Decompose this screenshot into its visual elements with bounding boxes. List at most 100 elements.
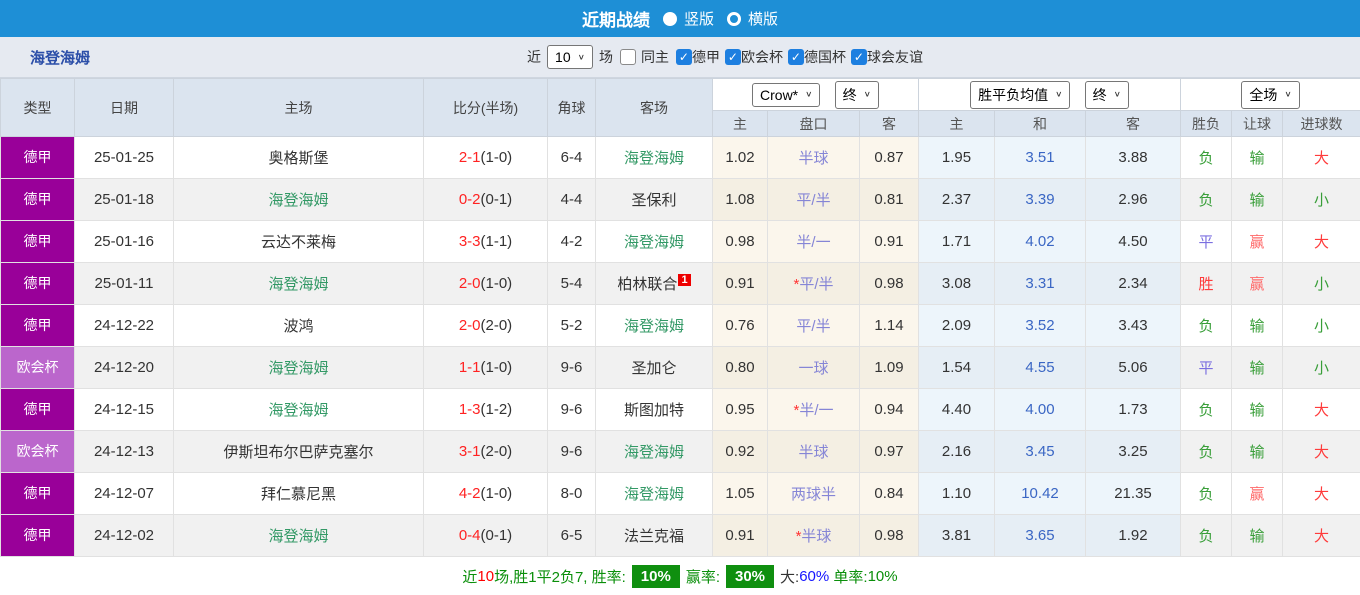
league-label: 球会友谊 — [867, 47, 923, 67]
handicap-text: 半球 — [798, 150, 828, 167]
away-team-name: 法兰克福 — [624, 528, 684, 545]
score-cell: 2-0(1-0) — [424, 263, 548, 305]
subheader-mean-home: 主 — [919, 111, 995, 137]
result-cell: 负 — [1181, 137, 1232, 179]
same-home-label: 同主 — [641, 47, 669, 67]
home-team-name: 海登海姆 — [268, 276, 328, 293]
mean-source-select[interactable]: 胜平负均值 ∨ — [970, 81, 1070, 109]
layout-radio-label[interactable]: 横版 — [748, 8, 778, 29]
odds-home-cell: 0.91 — [713, 515, 768, 557]
odds-home-cell: 1.02 — [713, 137, 768, 179]
table-row: 德甲 24-12-02 海登海姆 0-4(0-1) 6-5 法兰克福 0.91 … — [1, 515, 1360, 557]
league-checkbox[interactable]: ✓ — [788, 49, 804, 65]
result-text: 负 — [1198, 528, 1213, 545]
summary-segment: 单率: — [829, 566, 867, 587]
league-type-cell: 德甲 — [1, 473, 75, 515]
mean-away-cell: 3.88 — [1086, 137, 1181, 179]
handicap-cell: 半球 — [768, 137, 860, 179]
same-home-checkbox[interactable] — [620, 49, 636, 65]
away-team-name: 圣加仑 — [631, 360, 676, 377]
league-type-cell: 德甲 — [1, 179, 75, 221]
halftime-score: (1-0) — [481, 485, 513, 502]
mean-draw-cell: 4.02 — [995, 221, 1086, 263]
result-text: 平 — [1198, 360, 1213, 377]
games-label: 场 — [599, 47, 613, 67]
recent-label: 近 — [527, 47, 541, 67]
away-team-sup-badge: 1 — [678, 274, 690, 286]
layout-radio-label[interactable]: 竖版 — [684, 8, 714, 29]
handicap-result-text: 输 — [1249, 360, 1264, 377]
score-cell: 1-3(1-2) — [424, 389, 548, 431]
score-cell: 4-2(1-0) — [424, 473, 548, 515]
fulltime-score: 2-0 — [459, 275, 481, 292]
fulltime-score: 1-3 — [459, 401, 481, 418]
recent-count-select[interactable]: 10 ∨ — [547, 45, 593, 69]
odds-final-select[interactable]: 终 ∨ — [835, 81, 879, 109]
home-team-name: 奥格斯堡 — [268, 150, 328, 167]
handicap-cell: 半/一 — [768, 221, 860, 263]
results-body: 德甲 25-01-25 奥格斯堡 2-1(1-0) 6-4 海登海姆 1.02 … — [1, 137, 1360, 557]
goals-text: 小 — [1314, 360, 1329, 377]
home-team-cell: 伊斯坦布尔巴萨克塞尔 — [174, 431, 424, 473]
away-team-cell: 海登海姆 — [596, 431, 713, 473]
home-team-name: 海登海姆 — [268, 528, 328, 545]
handicap-cell: *半/一 — [768, 389, 860, 431]
date-cell: 24-12-20 — [75, 347, 174, 389]
mean-home-cell: 1.10 — [919, 473, 995, 515]
mean-draw-cell: 3.39 — [995, 179, 1086, 221]
goals-text: 大 — [1314, 234, 1329, 251]
summary-segment: 60% — [799, 568, 829, 585]
odds-source-select[interactable]: Crow* ∨ — [752, 83, 820, 107]
corners-cell: 6-5 — [548, 515, 596, 557]
chevron-down-icon: ∨ — [1114, 90, 1121, 99]
result-cell: 负 — [1181, 389, 1232, 431]
league-type-badge: 欧会杯 — [1, 431, 74, 472]
handicap-text: 两球半 — [791, 486, 836, 503]
goals-text: 小 — [1314, 318, 1329, 335]
league-type-badge: 德甲 — [1, 305, 74, 346]
date-cell: 24-12-13 — [75, 431, 174, 473]
away-team-cell: 圣加仑 — [596, 347, 713, 389]
scope-select[interactable]: 全场 ∨ — [1241, 81, 1299, 109]
home-team-cell: 海登海姆 — [174, 263, 424, 305]
away-team-cell: 柏林联合1 — [596, 263, 713, 305]
handicap-result-text: 输 — [1249, 444, 1264, 461]
halftime-score: (2-0) — [481, 443, 513, 460]
mean-home-cell: 1.95 — [919, 137, 995, 179]
scope-group-header: 全场 ∨ — [1181, 79, 1360, 111]
results-table: 类型 日期 主场 比分(半场) 角球 客场 Crow* ∨ 终 ∨ 胜平负均值 … — [0, 78, 1360, 557]
handicap-text: 一球 — [798, 360, 828, 377]
goals-cell: 大 — [1283, 431, 1360, 473]
result-text: 负 — [1198, 318, 1213, 335]
away-team-name: 海登海姆 — [624, 318, 684, 335]
league-type-badge: 德甲 — [1, 221, 74, 262]
result-cell: 负 — [1181, 431, 1232, 473]
league-label: 欧会杯 — [741, 47, 783, 67]
fulltime-score: 0-4 — [459, 527, 481, 544]
layout-radio[interactable] — [727, 12, 741, 26]
layout-radio[interactable] — [663, 12, 677, 26]
home-team-cell: 云达不莱梅 — [174, 221, 424, 263]
table-row: 德甲 25-01-25 奥格斯堡 2-1(1-0) 6-4 海登海姆 1.02 … — [1, 137, 1360, 179]
mean-home-cell: 2.37 — [919, 179, 995, 221]
handicap-result-text: 输 — [1249, 318, 1264, 335]
goals-cell: 大 — [1283, 473, 1360, 515]
league-checkbox[interactable]: ✓ — [851, 49, 867, 65]
handicap-cell: *半球 — [768, 515, 860, 557]
league-checkbox[interactable]: ✓ — [676, 49, 692, 65]
handicap-text: 平/半 — [799, 276, 833, 293]
handicap-result-cell: 输 — [1232, 347, 1283, 389]
handicap-text: 半/一 — [796, 234, 830, 251]
league-type-badge: 德甲 — [1, 473, 74, 514]
away-team-cell: 海登海姆 — [596, 221, 713, 263]
odds-home-cell: 1.05 — [713, 473, 768, 515]
corners-cell: 4-2 — [548, 221, 596, 263]
home-team-cell: 海登海姆 — [174, 347, 424, 389]
corners-cell: 9-6 — [548, 389, 596, 431]
home-team-cell: 拜仁慕尼黑 — [174, 473, 424, 515]
home-team-name: 云达不莱梅 — [261, 234, 336, 251]
result-cell: 负 — [1181, 179, 1232, 221]
league-type-cell: 德甲 — [1, 221, 75, 263]
league-checkbox[interactable]: ✓ — [725, 49, 741, 65]
mean-final-select[interactable]: 终 ∨ — [1085, 81, 1129, 109]
